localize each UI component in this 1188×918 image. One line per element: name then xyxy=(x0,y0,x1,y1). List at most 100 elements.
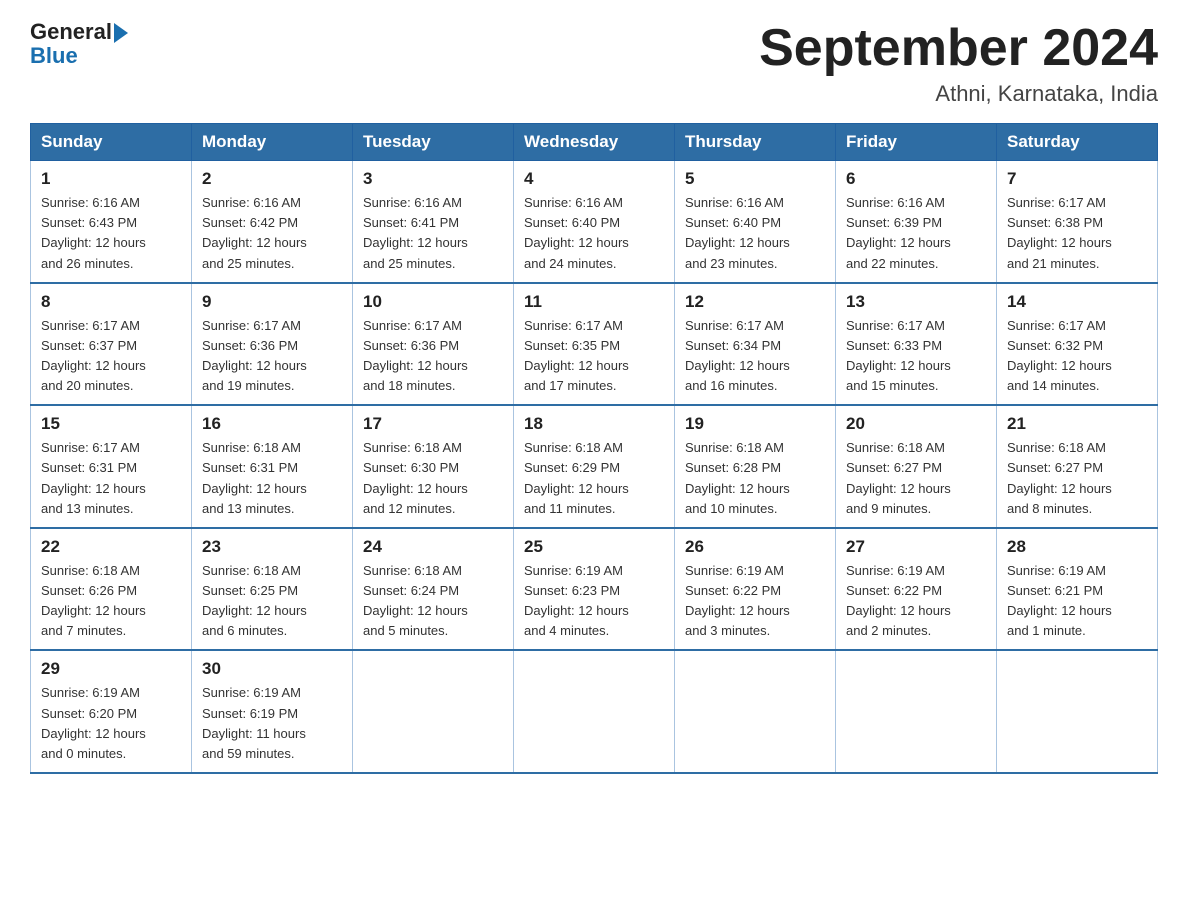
day-number: 15 xyxy=(41,414,181,434)
header-cell-monday: Monday xyxy=(192,124,353,161)
day-cell-1: 1Sunrise: 6:16 AMSunset: 6:43 PMDaylight… xyxy=(31,161,192,283)
day-info: Sunrise: 6:17 AMSunset: 6:38 PMDaylight:… xyxy=(1007,193,1147,274)
day-info: Sunrise: 6:16 AMSunset: 6:41 PMDaylight:… xyxy=(363,193,503,274)
empty-cell xyxy=(353,650,514,773)
day-info: Sunrise: 6:19 AMSunset: 6:22 PMDaylight:… xyxy=(685,561,825,642)
header-cell-sunday: Sunday xyxy=(31,124,192,161)
day-cell-12: 12 Sunrise: 6:17 AMSunset: 6:34 PMDayligh… xyxy=(675,283,836,406)
day-info: Sunrise: 6:16 AMSunset: 6:40 PMDaylight:… xyxy=(524,193,664,274)
day-cell-14: 14 Sunrise: 6:17 AMSunset: 6:32 PMDayligh… xyxy=(997,283,1158,406)
day-number: 28 xyxy=(1007,537,1147,557)
day-cell-10: 10 Sunrise: 6:17 AMSunset: 6:36 PMDayligh… xyxy=(353,283,514,406)
day-info: Sunrise: 6:18 AMSunset: 6:27 PMDaylight:… xyxy=(846,438,986,519)
week-row-3: 15Sunrise: 6:17 AMSunset: 6:31 PMDayligh… xyxy=(31,405,1158,528)
day-cell-22: 22 Sunrise: 6:18 AMSunset: 6:26 PMDayligh… xyxy=(31,528,192,651)
logo-blue-text: Blue xyxy=(30,44,128,68)
day-info: Sunrise: 6:19 AMSunset: 6:20 PMDaylight:… xyxy=(41,683,181,764)
header-cell-thursday: Thursday xyxy=(675,124,836,161)
day-info: Sunrise: 6:17 AMSunset: 6:35 PMDaylight:… xyxy=(524,316,664,397)
day-number: 4 xyxy=(524,169,664,189)
day-cell-13: 13Sunrise: 6:17 AMSunset: 6:33 PMDayligh… xyxy=(836,283,997,406)
day-number: 23 xyxy=(202,537,342,557)
day-cell-18: 18 Sunrise: 6:18 AMSunset: 6:29 PMDayligh… xyxy=(514,405,675,528)
day-number: 19 xyxy=(685,414,825,434)
day-number: 21 xyxy=(1007,414,1147,434)
day-info: Sunrise: 6:18 AMSunset: 6:29 PMDaylight:… xyxy=(524,438,664,519)
day-info: Sunrise: 6:18 AMSunset: 6:26 PMDaylight:… xyxy=(41,561,181,642)
day-info: Sunrise: 6:17 AMSunset: 6:33 PMDaylight:… xyxy=(846,316,986,397)
day-number: 30 xyxy=(202,659,342,679)
day-number: 5 xyxy=(685,169,825,189)
day-info: Sunrise: 6:16 AMSunset: 6:40 PMDaylight:… xyxy=(685,193,825,274)
day-cell-17: 17Sunrise: 6:18 AMSunset: 6:30 PMDayligh… xyxy=(353,405,514,528)
empty-cell xyxy=(675,650,836,773)
day-info: Sunrise: 6:19 AMSunset: 6:19 PMDaylight:… xyxy=(202,683,342,764)
header-row: SundayMondayTuesdayWednesdayThursdayFrid… xyxy=(31,124,1158,161)
calendar-subtitle: Athni, Karnataka, India xyxy=(759,81,1158,107)
day-info: Sunrise: 6:18 AMSunset: 6:27 PMDaylight:… xyxy=(1007,438,1147,519)
logo: General Blue xyxy=(30,20,128,68)
day-cell-26: 26 Sunrise: 6:19 AMSunset: 6:22 PMDayligh… xyxy=(675,528,836,651)
day-number: 29 xyxy=(41,659,181,679)
header-cell-friday: Friday xyxy=(836,124,997,161)
day-number: 6 xyxy=(846,169,986,189)
day-cell-11: 11Sunrise: 6:17 AMSunset: 6:35 PMDayligh… xyxy=(514,283,675,406)
day-cell-29: 29 Sunrise: 6:19 AMSunset: 6:20 PMDayligh… xyxy=(31,650,192,773)
day-cell-4: 4 Sunrise: 6:16 AMSunset: 6:40 PMDaylight… xyxy=(514,161,675,283)
day-number: 9 xyxy=(202,292,342,312)
day-info: Sunrise: 6:17 AMSunset: 6:34 PMDaylight:… xyxy=(685,316,825,397)
day-number: 26 xyxy=(685,537,825,557)
empty-cell xyxy=(514,650,675,773)
day-number: 20 xyxy=(846,414,986,434)
day-cell-6: 6Sunrise: 6:16 AMSunset: 6:39 PMDaylight… xyxy=(836,161,997,283)
day-cell-8: 8Sunrise: 6:17 AMSunset: 6:37 PMDaylight… xyxy=(31,283,192,406)
day-cell-9: 9 Sunrise: 6:17 AMSunset: 6:36 PMDaylight… xyxy=(192,283,353,406)
day-cell-27: 27 Sunrise: 6:19 AMSunset: 6:22 PMDayligh… xyxy=(836,528,997,651)
day-info: Sunrise: 6:16 AMSunset: 6:42 PMDaylight:… xyxy=(202,193,342,274)
day-cell-30: 30 Sunrise: 6:19 AMSunset: 6:19 PMDayligh… xyxy=(192,650,353,773)
day-cell-19: 19Sunrise: 6:18 AMSunset: 6:28 PMDayligh… xyxy=(675,405,836,528)
day-cell-2: 2 Sunrise: 6:16 AMSunset: 6:42 PMDaylight… xyxy=(192,161,353,283)
empty-cell xyxy=(997,650,1158,773)
day-number: 22 xyxy=(41,537,181,557)
header-cell-saturday: Saturday xyxy=(997,124,1158,161)
day-number: 1 xyxy=(41,169,181,189)
day-cell-3: 3 Sunrise: 6:16 AMSunset: 6:41 PMDaylight… xyxy=(353,161,514,283)
day-info: Sunrise: 6:17 AMSunset: 6:32 PMDaylight:… xyxy=(1007,316,1147,397)
day-number: 14 xyxy=(1007,292,1147,312)
day-info: Sunrise: 6:18 AMSunset: 6:24 PMDaylight:… xyxy=(363,561,503,642)
day-number: 24 xyxy=(363,537,503,557)
day-number: 12 xyxy=(685,292,825,312)
day-number: 8 xyxy=(41,292,181,312)
header-cell-wednesday: Wednesday xyxy=(514,124,675,161)
day-cell-25: 25Sunrise: 6:19 AMSunset: 6:23 PMDayligh… xyxy=(514,528,675,651)
day-number: 27 xyxy=(846,537,986,557)
day-number: 7 xyxy=(1007,169,1147,189)
header-cell-tuesday: Tuesday xyxy=(353,124,514,161)
week-row-2: 8Sunrise: 6:17 AMSunset: 6:37 PMDaylight… xyxy=(31,283,1158,406)
day-info: Sunrise: 6:18 AMSunset: 6:31 PMDaylight:… xyxy=(202,438,342,519)
day-cell-28: 28Sunrise: 6:19 AMSunset: 6:21 PMDayligh… xyxy=(997,528,1158,651)
day-number: 10 xyxy=(363,292,503,312)
day-number: 2 xyxy=(202,169,342,189)
day-cell-5: 5 Sunrise: 6:16 AMSunset: 6:40 PMDaylight… xyxy=(675,161,836,283)
day-number: 17 xyxy=(363,414,503,434)
empty-cell xyxy=(836,650,997,773)
day-info: Sunrise: 6:17 AMSunset: 6:36 PMDaylight:… xyxy=(363,316,503,397)
day-number: 18 xyxy=(524,414,664,434)
day-number: 3 xyxy=(363,169,503,189)
day-cell-20: 20 Sunrise: 6:18 AMSunset: 6:27 PMDayligh… xyxy=(836,405,997,528)
week-row-5: 29 Sunrise: 6:19 AMSunset: 6:20 PMDayligh… xyxy=(31,650,1158,773)
day-info: Sunrise: 6:17 AMSunset: 6:36 PMDaylight:… xyxy=(202,316,342,397)
day-info: Sunrise: 6:18 AMSunset: 6:25 PMDaylight:… xyxy=(202,561,342,642)
week-row-1: 1Sunrise: 6:16 AMSunset: 6:43 PMDaylight… xyxy=(31,161,1158,283)
day-number: 16 xyxy=(202,414,342,434)
day-cell-15: 15Sunrise: 6:17 AMSunset: 6:31 PMDayligh… xyxy=(31,405,192,528)
calendar-title: September 2024 xyxy=(759,20,1158,77)
day-cell-21: 21 Sunrise: 6:18 AMSunset: 6:27 PMDayligh… xyxy=(997,405,1158,528)
page-header: General Blue September 2024 Athni, Karna… xyxy=(30,20,1158,107)
day-cell-16: 16 Sunrise: 6:18 AMSunset: 6:31 PMDayligh… xyxy=(192,405,353,528)
day-info: Sunrise: 6:19 AMSunset: 6:22 PMDaylight:… xyxy=(846,561,986,642)
title-block: September 2024 Athni, Karnataka, India xyxy=(759,20,1158,107)
day-cell-23: 23 Sunrise: 6:18 AMSunset: 6:25 PMDayligh… xyxy=(192,528,353,651)
